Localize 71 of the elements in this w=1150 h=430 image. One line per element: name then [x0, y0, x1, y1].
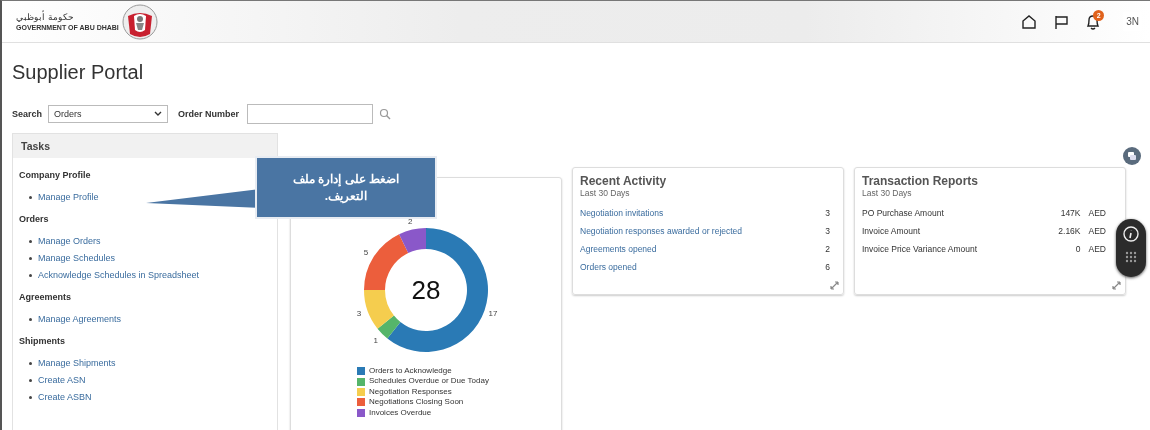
- bullet-icon: [29, 195, 32, 199]
- currency-label: AED: [1088, 208, 1106, 218]
- search-icon[interactable]: [379, 108, 392, 120]
- report-label: Invoice Price Variance Amount: [862, 244, 979, 254]
- expand-icon[interactable]: [830, 281, 839, 290]
- legend-label: Schedules Overdue or Due Today: [369, 376, 489, 387]
- info-icon[interactable]: [1123, 226, 1139, 242]
- task-link[interactable]: Create ASBN: [38, 392, 92, 402]
- callout-text: اضغط على إدارة ملف التعريف.: [292, 170, 400, 205]
- activity-count: 3: [824, 208, 830, 218]
- card-title: Transaction Reports: [862, 174, 980, 188]
- legend-label: Negotiations Closing Soon: [369, 397, 464, 408]
- task-link[interactable]: Manage Orders: [38, 236, 101, 246]
- data-label: 2: [407, 216, 413, 226]
- bullet-icon: [29, 378, 32, 382]
- card-subtitle: Last 30 Days: [862, 188, 913, 198]
- order-number-label: Order Number: [178, 109, 240, 119]
- activity-link[interactable]: Negotiation responses awarded or rejected: [580, 226, 816, 236]
- task-link[interactable]: Acknowledge Schedules in Spreadsheet: [38, 270, 200, 280]
- home-icon[interactable]: [1021, 13, 1038, 30]
- card-title: Recent Activity: [580, 174, 668, 188]
- report-label: Invoice Amount: [862, 226, 922, 236]
- task-link[interactable]: Manage Agreements: [38, 314, 122, 324]
- total-value: 28: [411, 275, 441, 305]
- data-label: 17: [488, 309, 498, 319]
- currency-label: AED: [1088, 244, 1106, 254]
- activity-link[interactable]: Agreements opened: [580, 244, 816, 254]
- grid-icon[interactable]: [1125, 251, 1137, 263]
- activity-count: 3: [824, 226, 830, 236]
- report-amount: 147K: [1060, 208, 1081, 218]
- data-label: 3: [356, 309, 362, 319]
- data-label: 5: [363, 248, 369, 258]
- activity-count: 6: [824, 262, 830, 272]
- search-label: Search: [12, 109, 43, 119]
- bullet-icon: [29, 361, 32, 365]
- section-heading: Company Profile: [19, 170, 92, 180]
- section-heading: Agreements: [19, 292, 73, 302]
- legend-swatch: [357, 388, 365, 396]
- chevron-down-icon: [154, 111, 163, 117]
- emblem-icon: [121, 3, 158, 40]
- page-title: Supplier Portal: [12, 61, 144, 83]
- panel-title: Tasks: [21, 140, 50, 152]
- task-link[interactable]: Manage Profile: [38, 192, 99, 202]
- currency-label: AED: [1088, 226, 1106, 236]
- bullet-icon: [29, 239, 32, 243]
- search-dropdown[interactable]: Orders: [48, 105, 169, 123]
- report-amount: 2.16K: [1058, 226, 1081, 236]
- flag-icon[interactable]: [1053, 13, 1070, 30]
- data-label: 1: [373, 336, 378, 346]
- task-link[interactable]: Manage Schedules: [38, 253, 116, 263]
- bullet-icon: [29, 395, 32, 399]
- task-link[interactable]: Create ASN: [38, 375, 86, 385]
- task-link[interactable]: Manage Shipments: [38, 358, 116, 368]
- legend-label: Orders to Acknowledge: [369, 366, 452, 377]
- bullet-icon: [29, 317, 32, 321]
- report-amount: 0: [1075, 244, 1081, 254]
- order-number-field[interactable]: [247, 104, 374, 124]
- logo-arabic-text: حكومة أبوظبي: [16, 11, 74, 23]
- chat-icon[interactable]: [1123, 147, 1141, 165]
- legend-label: Negotiation Responses: [369, 386, 452, 398]
- legend-label: Invoices Overdue: [369, 407, 432, 419]
- section-heading: Shipments: [19, 336, 66, 346]
- report-label: PO Purchase Amount: [862, 208, 945, 218]
- expand-icon[interactable]: [1112, 281, 1121, 290]
- activity-link[interactable]: Orders opened: [580, 262, 816, 272]
- card-subtitle: Last 30 Days: [580, 188, 631, 198]
- section-heading: Orders: [19, 214, 50, 224]
- bullet-icon: [29, 273, 32, 277]
- activity-count: 2: [824, 244, 830, 254]
- activity-link[interactable]: Negotiation invitations: [580, 208, 816, 218]
- bullet-icon: [29, 256, 32, 260]
